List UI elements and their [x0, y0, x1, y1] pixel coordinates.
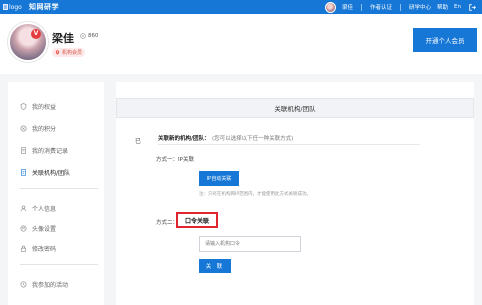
sidebar-item-label: 关联机构/团队 — [32, 170, 71, 177]
logout-icon[interactable] — [469, 3, 476, 11]
sidebar-item-benefits[interactable]: 我的权益 — [20, 102, 56, 111]
user-nav: 梁佳 作者认证 研学中心 帮助 En — [324, 0, 476, 14]
link-document-icon — [21, 169, 26, 176]
nav-author-certification[interactable]: 作者认证 — [370, 3, 392, 11]
sidebar-item-change-password[interactable]: 修改密码 — [20, 244, 56, 253]
vip-badge: V — [31, 29, 41, 39]
avatar[interactable] — [324, 1, 336, 13]
profile-avatar[interactable] — [8, 22, 48, 62]
link-method-tip: (您可以选择以下任一种关联方式) — [212, 136, 294, 142]
link-button[interactable]: 关 联 — [199, 259, 231, 273]
nav-username[interactable]: 梁佳 — [342, 3, 353, 11]
sidebar-item-label: 头像设置 — [32, 226, 57, 233]
sidebar-item-consumption[interactable]: 我的消费记录 — [20, 146, 68, 155]
receipt-icon — [21, 147, 26, 154]
sidebar-item-points[interactable]: 我的积分 — [20, 124, 56, 133]
method1-label: 方式一：IP关联 — [156, 157, 194, 163]
linked-status-label: 已 — [135, 138, 142, 145]
panel-title: 关联机构/团队 — [116, 98, 474, 118]
institution-member-tag: 机构会员 — [52, 48, 86, 57]
lock-icon — [21, 245, 26, 252]
ip-auto-link-button[interactable]: IP自动关联 — [199, 171, 239, 186]
sidebar-item-personal-info[interactable]: 个人信息 — [20, 204, 56, 213]
sidebar-divider — [20, 264, 98, 265]
sidebar-item-activities[interactable]: 我参加的活动 — [20, 280, 68, 289]
main-panel: 关联机构/团队 已 关联新的机构/团队： (您可以选择以下任一种关联方式) 方式… — [116, 82, 474, 305]
brand-name: 知网研学 — [29, 3, 59, 11]
avatar-icon — [20, 225, 27, 232]
logo-image: logo — [3, 3, 25, 12]
sidebar-item-avatar-settings[interactable]: 头像设置 — [20, 224, 56, 233]
nav-divider — [400, 3, 401, 11]
sidebar-item-label: 我的积分 — [32, 126, 57, 133]
sidebar-item-label: 我参加的活动 — [32, 282, 69, 289]
sidebar-divider — [20, 188, 98, 189]
sidebar-item-label: 个人信息 — [32, 206, 57, 213]
sidebar-item-label: 我的消费记录 — [32, 148, 69, 155]
divider — [158, 144, 420, 145]
profile-username: 梁佳 — [52, 32, 74, 45]
points-display: 860 — [80, 33, 99, 39]
sidebar-item-label: 我的权益 — [32, 104, 57, 111]
institution-icon — [55, 50, 60, 55]
sidebar-item-linked-institution[interactable]: 关联机构/团队 — [20, 168, 70, 177]
nav-language[interactable]: En — [454, 4, 461, 10]
user-icon — [20, 205, 27, 212]
sidebar-item-label: 修改密码 — [32, 246, 57, 253]
top-nav-bar: logo 知网研学 梁佳 作者认证 研学中心 帮助 En — [0, 0, 482, 14]
method2-label: 方式二： — [156, 220, 179, 226]
nav-study-center[interactable]: 研学中心 — [409, 3, 431, 11]
points-value: 860 — [88, 33, 99, 39]
ip-link-note: 注：只有在机构网IP范围内，才能使用此方式关联成功。 — [199, 192, 312, 197]
password-link-tab[interactable]: 口令关联 — [176, 212, 218, 228]
open-vip-button[interactable]: 开通个人会员 — [413, 28, 477, 52]
institution-tag-label: 机构会员 — [62, 50, 83, 56]
activity-icon — [20, 281, 27, 288]
shield-icon — [20, 103, 27, 110]
sidebar: 我的权益 我的积分 我的消费记录 关联机构/团队 个人信息 头像设置 修改密码 … — [8, 82, 104, 305]
nav-divider — [360, 3, 362, 11]
nav-help[interactable]: 帮助 — [437, 3, 448, 11]
coin-icon — [20, 125, 27, 132]
institution-code-input[interactable] — [199, 236, 301, 252]
brand[interactable]: logo 知网研学 — [3, 2, 59, 12]
points-icon — [80, 33, 86, 39]
